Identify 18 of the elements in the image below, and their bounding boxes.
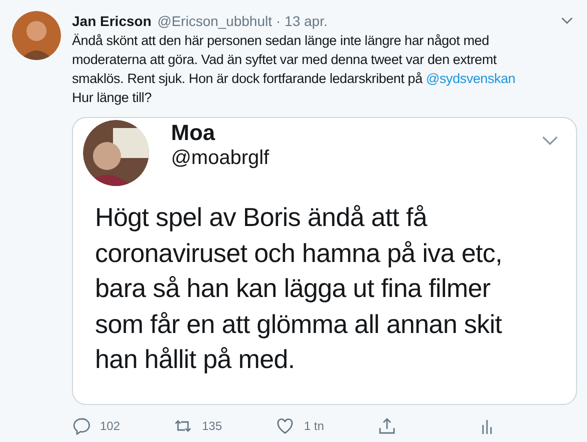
comment-icon[interactable] [72, 417, 90, 435]
mention-link[interactable]: @sydsvenskan [426, 71, 516, 86]
author-name[interactable]: Jan Ericson [72, 11, 152, 31]
chevron-icon[interactable] [561, 17, 573, 25]
share-icon[interactable] [378, 417, 396, 435]
quoted-tweet-text: Högt spel av Boris ändå att få coronaviruset och hamna på iva etc, bara så han kan lägga ut fina filmer som får en att glömma all annan skit han hållit på med. [94, 201, 504, 376]
like-count: 1 tn [304, 418, 324, 435]
retweet-count: 135 [202, 418, 222, 435]
chevron-icon [542, 136, 558, 146]
tweet-date[interactable]: 13 apr. [284, 11, 328, 31]
quoted-author-name: Moa [171, 120, 215, 146]
author-handle[interactable]: @Ericson_ubbhult [157, 11, 272, 31]
quoted-author-handle: @moabrglf [171, 146, 270, 170]
reply-count: 102 [100, 418, 120, 435]
separator: · [276, 12, 281, 31]
tweet-text: Ändå skönt att den här personen sedan länge inte längre har något med moderaterna att göra. Vad än syftet var med denna tweet var den extremt smaklös. Rent sjuk. Hon är dock fortfarande ledarskribent på @sydsvenskan Hur länge till? [72, 32, 516, 107]
heart-icon[interactable] [276, 417, 294, 435]
quoted-tweet-card[interactable]: Moa @moabrglf Högt spel av Boris ändå att få coronaviruset och hamna på iva etc, bara så han kan lägga ut fina filmer som får en att glömma all annan skit han hållit på med. [72, 117, 577, 405]
